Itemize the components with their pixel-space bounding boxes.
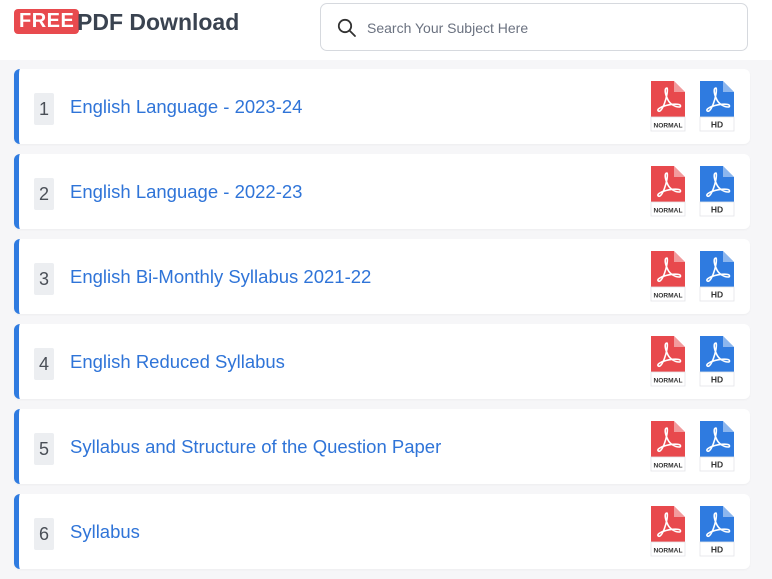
search-box[interactable]: [320, 3, 748, 51]
pdf-file-icon: HD: [699, 336, 735, 387]
download-list: 1 English Language - 2023-24 NORMAL HD 2…: [14, 69, 750, 579]
normal-label: NORMAL: [654, 378, 683, 385]
pdf-file-icon: NORMAL: [650, 421, 686, 472]
pdf-normal-download-button[interactable]: NORMAL: [650, 165, 686, 217]
item-number: 1: [34, 93, 54, 125]
item-title-link[interactable]: Syllabus: [70, 521, 140, 543]
pdf-file-icon: HD: [699, 166, 735, 217]
header-bar: FREE PDF Download: [0, 0, 772, 60]
pdf-file-icon: NORMAL: [650, 336, 686, 387]
pdf-hd-download-button[interactable]: HD: [699, 165, 735, 217]
search-input[interactable]: [365, 14, 739, 42]
hd-label: HD: [711, 545, 723, 555]
list-item: 4 English Reduced Syllabus NORMAL HD: [14, 324, 750, 399]
hd-label: HD: [711, 290, 723, 300]
item-number: 2: [34, 178, 54, 210]
hd-label: HD: [711, 460, 723, 470]
item-title-link[interactable]: English Language - 2022-23: [70, 181, 302, 203]
pdf-file-icon: NORMAL: [650, 166, 686, 217]
pdf-file-icon: HD: [699, 506, 735, 557]
pdf-hd-download-button[interactable]: HD: [699, 250, 735, 302]
pdf-normal-download-button[interactable]: NORMAL: [650, 250, 686, 302]
pdf-hd-download-button[interactable]: HD: [699, 505, 735, 557]
item-number: 5: [34, 433, 54, 465]
pdf-normal-download-button[interactable]: NORMAL: [650, 420, 686, 472]
list-item: 3 English Bi-Monthly Syllabus 2021-22 NO…: [14, 239, 750, 314]
item-number: 4: [34, 348, 54, 380]
page-title: PDF Download: [77, 9, 240, 35]
list-item: 5 Syllabus and Structure of the Question…: [14, 409, 750, 484]
pdf-file-icon: HD: [699, 251, 735, 302]
pdf-normal-download-button[interactable]: NORMAL: [650, 335, 686, 387]
item-title-link[interactable]: Syllabus and Structure of the Question P…: [70, 436, 441, 458]
pdf-file-icon: HD: [699, 81, 735, 132]
pdf-normal-download-button[interactable]: NORMAL: [650, 505, 686, 557]
item-title-link[interactable]: English Language - 2023-24: [70, 96, 302, 118]
item-title-link[interactable]: English Bi-Monthly Syllabus 2021-22: [70, 266, 371, 288]
pdf-hd-download-button[interactable]: HD: [699, 420, 735, 472]
normal-label: NORMAL: [654, 548, 683, 555]
pdf-file-icon: NORMAL: [650, 251, 686, 302]
normal-label: NORMAL: [654, 463, 683, 470]
pdf-file-icon: NORMAL: [650, 81, 686, 132]
normal-label: NORMAL: [654, 208, 683, 215]
search-icon: [337, 18, 357, 38]
pdf-normal-download-button[interactable]: NORMAL: [650, 80, 686, 132]
item-number: 6: [34, 518, 54, 550]
list-item: 1 English Language - 2023-24 NORMAL HD: [14, 69, 750, 144]
pdf-hd-download-button[interactable]: HD: [699, 335, 735, 387]
pdf-file-icon: HD: [699, 421, 735, 472]
list-item: 2 English Language - 2022-23 NORMAL HD: [14, 154, 750, 229]
hd-label: HD: [711, 375, 723, 385]
item-number: 3: [34, 263, 54, 295]
hd-label: HD: [711, 120, 723, 130]
list-item: 6 Syllabus NORMAL HD: [14, 494, 750, 569]
hd-label: HD: [711, 205, 723, 215]
free-badge: FREE: [14, 9, 80, 34]
item-title-link[interactable]: English Reduced Syllabus: [70, 351, 285, 373]
normal-label: NORMAL: [654, 293, 683, 300]
normal-label: NORMAL: [654, 123, 683, 130]
pdf-file-icon: NORMAL: [650, 506, 686, 557]
pdf-hd-download-button[interactable]: HD: [699, 80, 735, 132]
